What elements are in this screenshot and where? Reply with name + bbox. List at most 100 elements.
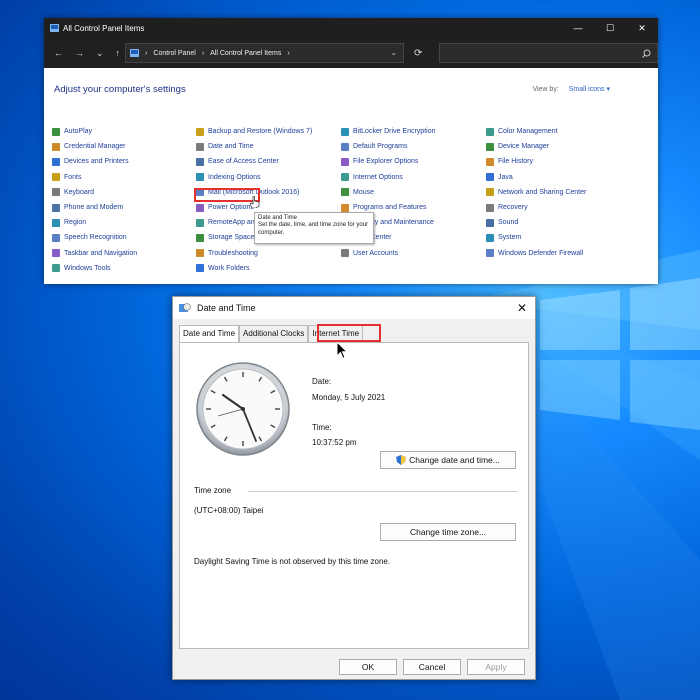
tooltip-text: Set the date, time, and time zone for yo… xyxy=(258,222,369,236)
control-panel-item-icon xyxy=(52,203,60,212)
control-panel-item[interactable]: Backup and Restore (Windows 7) xyxy=(196,124,327,139)
close-icon[interactable]: ✕ xyxy=(517,301,527,315)
ok-button[interactable]: OK xyxy=(339,659,397,675)
back-arrow-icon[interactable]: ← xyxy=(54,48,63,59)
control-panel-item-label: Taskbar and Navigation xyxy=(64,249,138,257)
control-panel-item-icon xyxy=(52,218,60,227)
control-panel-item-label: Date and Time xyxy=(208,143,254,151)
control-panel-item-icon xyxy=(486,173,494,182)
control-panel-item[interactable]: Speech Recognition xyxy=(52,230,137,245)
dialog-title-bar: Date and Time ✕ xyxy=(173,297,535,319)
change-date-time-button[interactable]: Change date and time... xyxy=(380,451,516,469)
control-panel-item-label: Java xyxy=(498,173,513,181)
control-panel-item-icon xyxy=(341,173,349,182)
control-panel-item[interactable]: System xyxy=(486,230,586,245)
breadcrumb-all-items[interactable]: All Control Panel Items xyxy=(210,50,281,57)
control-panel-item[interactable]: Mouse xyxy=(341,185,435,200)
control-panel-item-icon xyxy=(52,157,60,166)
control-panel-item-icon xyxy=(52,264,60,273)
control-panel-item-icon xyxy=(52,188,60,197)
control-panel-item-icon xyxy=(486,127,494,136)
control-panel-item[interactable]: Taskbar and Navigation xyxy=(52,246,137,261)
page-title: Adjust your computer's settings xyxy=(54,84,186,95)
title-bar: All Control Panel Items — ☐ ✕ xyxy=(44,18,658,38)
address-toolbar: ← → ⌄ ↑ › Control Panel › All Control Pa… xyxy=(44,38,659,68)
refresh-icon[interactable]: ⟳ xyxy=(408,48,429,59)
tab-additional-clocks[interactable]: Additional Clocks xyxy=(239,325,309,343)
control-panel-item-label: Backup and Restore (Windows 7) xyxy=(208,128,313,136)
control-panel-item[interactable]: Indexing Options xyxy=(196,170,327,185)
time-zone-header: Time zone xyxy=(194,486,232,495)
control-panel-item[interactable]: Windows Defender Firewall xyxy=(486,246,586,261)
control-panel-item-label: File History xyxy=(498,158,534,166)
analog-clock xyxy=(190,359,296,459)
control-panel-item[interactable]: Device Manager xyxy=(486,139,586,154)
clock-app-icon xyxy=(179,303,191,312)
cancel-button[interactable]: Cancel xyxy=(403,659,461,675)
control-panel-item[interactable]: Default Programs xyxy=(341,139,435,154)
breadcrumb-control-panel[interactable]: Control Panel xyxy=(153,50,195,57)
close-icon[interactable]: ✕ xyxy=(626,23,658,34)
control-panel-item-icon xyxy=(196,142,204,151)
control-panel-item[interactable]: AutoPlay xyxy=(52,124,137,139)
view-by-label: View by: xyxy=(532,86,559,93)
items-column-1: AutoPlay Credential Manager Devices and Pr… xyxy=(52,124,137,276)
search-input[interactable] xyxy=(438,43,659,63)
control-panel-item-label: Recovery xyxy=(498,204,528,212)
control-panel-item-icon xyxy=(486,249,494,258)
control-panel-item[interactable]: Keyboard xyxy=(52,185,137,200)
control-panel-item-label: Default Programs xyxy=(353,143,408,151)
chevron-down-icon[interactable]: ⌄ xyxy=(96,48,104,59)
control-panel-item-icon xyxy=(341,142,349,151)
control-panel-item-label: Network and Sharing Center xyxy=(498,188,587,196)
control-panel-item-label: Programs and Features xyxy=(353,204,427,212)
control-panel-item-label: BitLocker Drive Encryption xyxy=(353,128,436,136)
address-dropdown-icon[interactable]: ⌄ xyxy=(391,49,397,57)
control-panel-item[interactable]: Ease of Access Center xyxy=(196,154,327,169)
control-panel-item[interactable]: BitLocker Drive Encryption xyxy=(341,124,435,139)
control-panel-item[interactable]: User Accounts xyxy=(341,246,435,261)
view-by-value: Small icons xyxy=(568,86,605,93)
control-panel-item-label: Windows Defender Firewall xyxy=(498,249,584,257)
arrow-cursor-icon xyxy=(337,342,349,360)
time-label: Time: xyxy=(312,423,332,432)
control-panel-item[interactable]: Work Folders xyxy=(196,261,327,276)
minimize-icon[interactable]: — xyxy=(562,23,594,34)
maximize-icon[interactable]: ☐ xyxy=(594,23,626,34)
control-panel-item[interactable]: Internet Options xyxy=(341,170,435,185)
control-panel-item[interactable]: Phone and Modem xyxy=(52,200,137,215)
up-arrow-icon[interactable]: ↑ xyxy=(116,48,121,59)
items-column-4: Color Management Device Manager File Histo… xyxy=(486,124,586,261)
control-panel-item[interactable]: Windows Tools xyxy=(52,261,137,276)
tab-date-and-time[interactable]: Date and Time xyxy=(179,325,240,343)
control-panel-item[interactable]: File Explorer Options xyxy=(341,154,435,169)
control-panel-item-label: Speech Recognition xyxy=(64,234,127,242)
control-panel-item[interactable]: Sound xyxy=(486,215,586,230)
internet-time-highlight xyxy=(317,324,381,342)
change-date-time-label: Change date and time... xyxy=(409,455,500,465)
forward-arrow-icon[interactable]: → xyxy=(75,48,84,59)
control-panel-item-icon xyxy=(196,233,204,242)
control-panel-item[interactable]: Region xyxy=(52,215,137,230)
control-panel-item[interactable]: Credential Manager xyxy=(52,139,137,154)
tooltip-title: Date and Time xyxy=(258,215,298,221)
breadcrumb-separator-icon: › xyxy=(201,49,205,57)
control-panel-item-icon xyxy=(52,249,60,258)
control-panel-item[interactable]: Recovery xyxy=(486,200,586,215)
change-time-zone-button[interactable]: Change time zone... xyxy=(380,523,516,541)
address-bar[interactable]: › Control Panel › All Control Panel Item… xyxy=(125,43,404,63)
control-panel-item[interactable]: Devices and Printers xyxy=(52,154,137,169)
apply-button[interactable]: Apply xyxy=(467,659,525,675)
control-panel-item[interactable]: Color Management xyxy=(486,124,586,139)
control-panel-item[interactable]: Fonts xyxy=(52,170,137,185)
control-panel-item[interactable]: Date and Time xyxy=(196,139,327,154)
control-panel-item[interactable]: File History xyxy=(486,154,586,169)
control-panel-item[interactable]: Java xyxy=(486,170,586,185)
control-panel-item[interactable]: Network and Sharing Center xyxy=(486,185,586,200)
control-panel-item-icon xyxy=(196,218,204,227)
view-by-dropdown[interactable]: Small icons ▾ xyxy=(569,86,610,93)
control-panel-item-label: System xyxy=(498,234,522,242)
control-panel-item-label: AutoPlay xyxy=(64,128,93,136)
control-panel-window: All Control Panel Items — ☐ ✕ ← → ⌄ ↑ › … xyxy=(44,18,659,284)
control-panel-item[interactable]: Troubleshooting xyxy=(196,246,327,261)
